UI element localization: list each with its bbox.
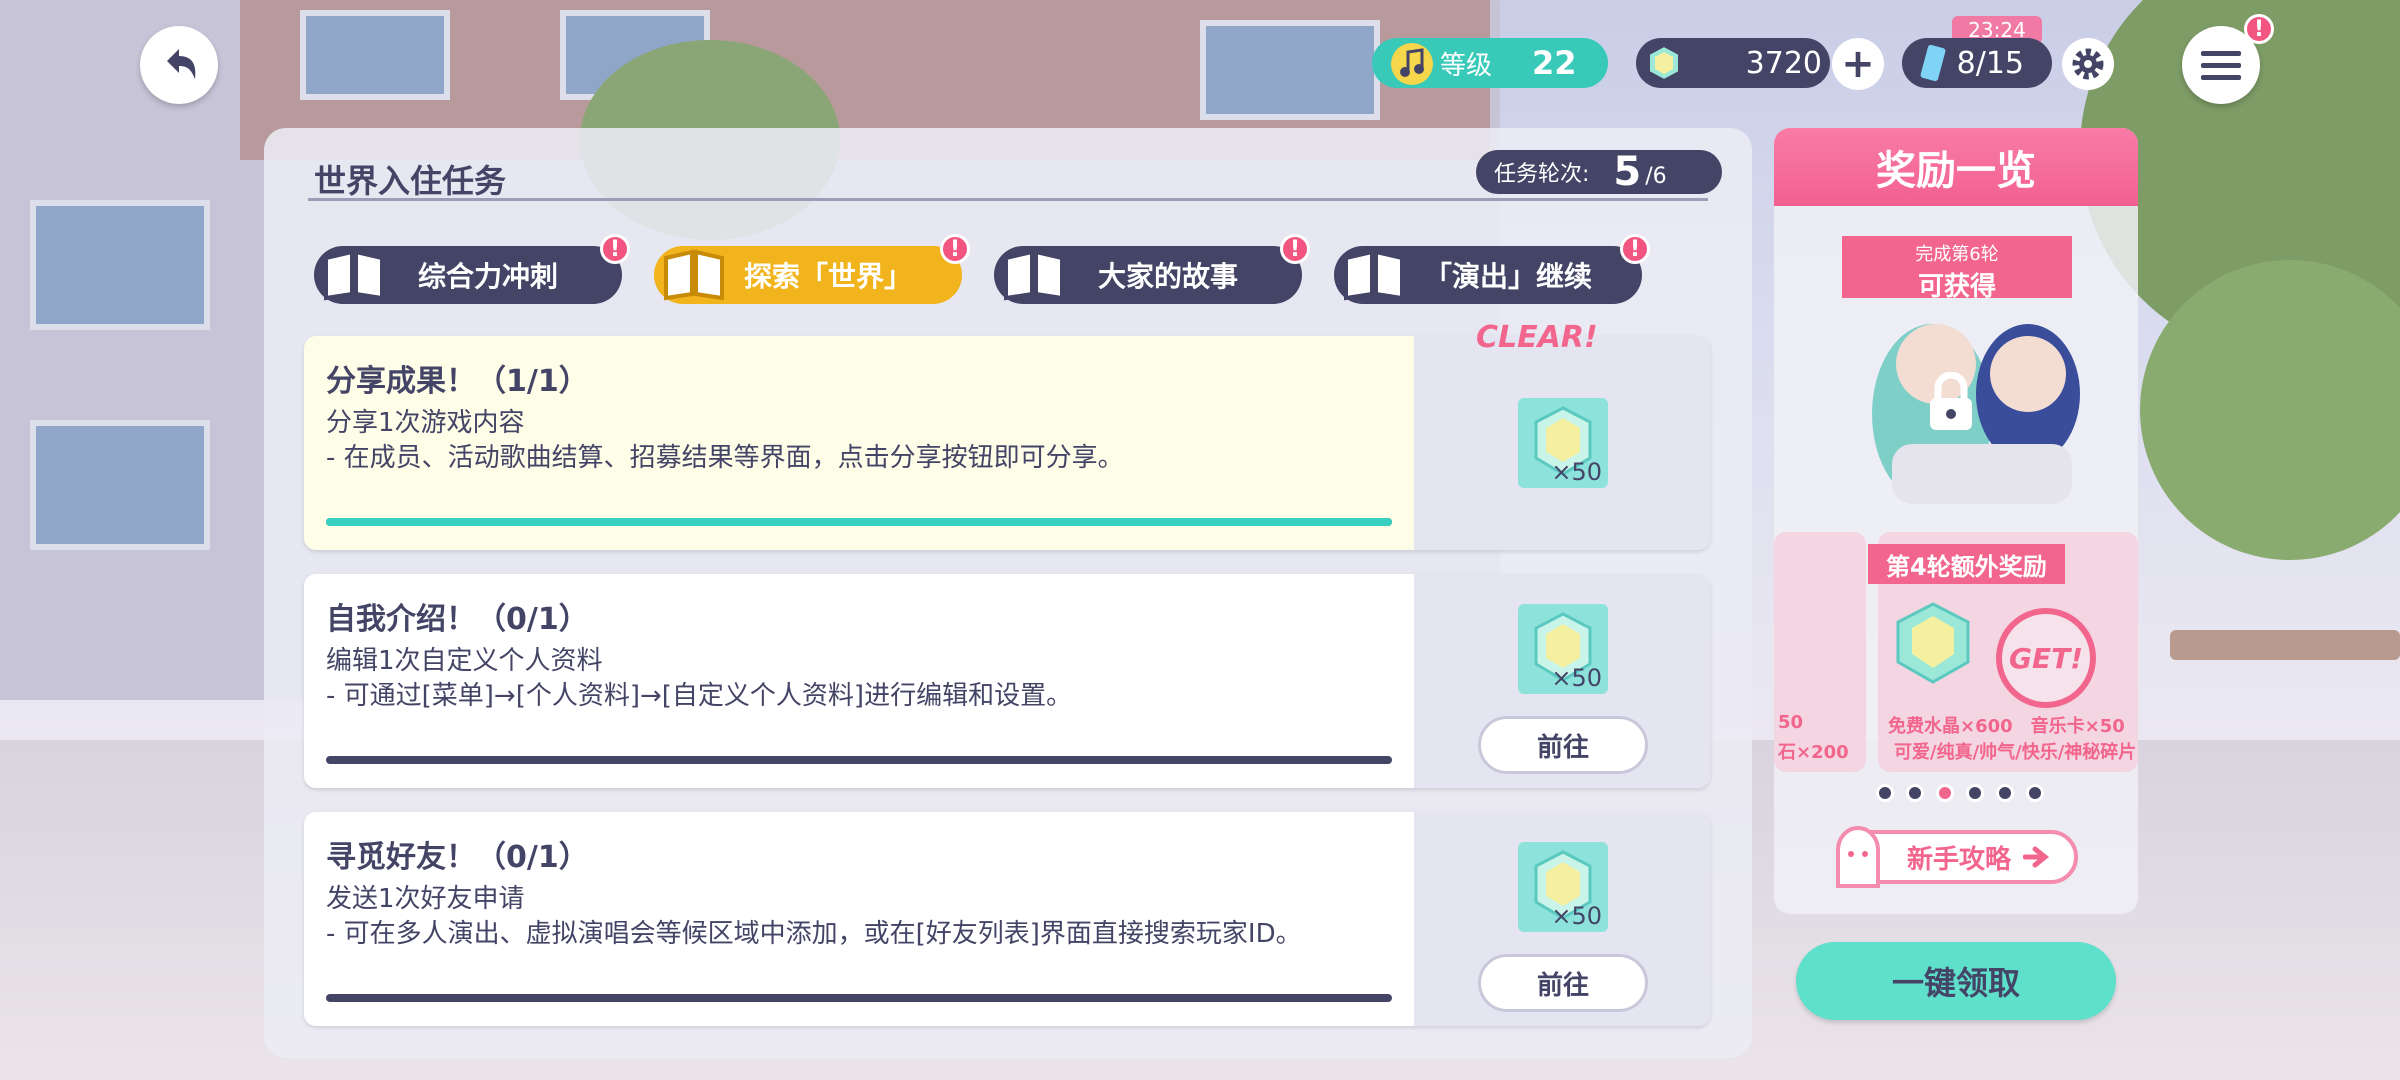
reward-crystal: ×50 — [1518, 842, 1608, 932]
task-description: 分享1次游戏内容 — [326, 408, 525, 438]
reward-overview-panel: 奖励一览 完成第6轮 可获得 50 石×200 免费水晶×600 音乐卡×50 … — [1774, 128, 2138, 914]
guide-label: 新手攻略 — [1906, 844, 2011, 875]
get-badge: GET! — [1996, 608, 2096, 708]
settings-button[interactable] — [2062, 38, 2114, 90]
task-hint: - 可在多人演出、虚拟演唱会等候区域中添加，或在[好友列表]界面直接搜索玩家ID… — [326, 919, 1302, 949]
pager-dot[interactable] — [2026, 784, 2044, 802]
tab-label: 「演出」继续 — [1423, 260, 1592, 293]
crystal-icon — [1896, 602, 1970, 684]
go-button[interactable]: 前往 — [1478, 716, 1648, 774]
task-description: 编辑1次自定义个人资料 — [326, 646, 603, 676]
reward-crystal: ×50 — [1518, 398, 1608, 488]
book-icon — [324, 249, 384, 301]
task-progress-bar — [326, 518, 1392, 526]
task-hint: - 在成员、活动歌曲结算、招募结果等界面，点击分享按钮即可分享。 — [326, 443, 1124, 473]
tab-continue-live[interactable]: 「演出」继续 ! — [1334, 234, 1650, 304]
back-button[interactable] — [140, 26, 218, 104]
extra-reward-tag: 第4轮额外奖励 — [1868, 544, 2065, 584]
tab-label: 综合力冲刺 — [417, 260, 558, 293]
crystal-count: 3720 — [1745, 45, 1822, 81]
crystal-icon — [1648, 44, 1680, 82]
round-label: 任务轮次: — [1494, 162, 1590, 187]
crystal-counter: 3720 — [1636, 38, 1830, 88]
live-ticket-count: 8/15 — [1956, 45, 2024, 81]
bench — [2170, 630, 2400, 660]
building-window — [30, 420, 210, 550]
tab-alert-badge: ! — [1280, 234, 1310, 264]
title-divider — [308, 198, 1708, 201]
pager-dot[interactable] — [1996, 784, 2014, 802]
task-card-find-friend: 寻觅好友！（0/1） 发送1次好友申请 - 可在多人演出、虚拟演唱会等候区域中添… — [304, 812, 1710, 1026]
tab-explore-world[interactable]: 探索「世界」 ! — [654, 234, 970, 304]
slide-text: 石×200 — [1778, 742, 1849, 763]
reward-quantity: ×50 — [1551, 902, 1602, 930]
mascot-icon — [1836, 826, 1880, 888]
level-indicator: 等级 22 — [1372, 38, 1608, 88]
book-icon — [1344, 249, 1404, 301]
book-icon — [664, 249, 724, 301]
music-note-icon — [1391, 43, 1433, 85]
tab-label: 大家的故事 — [1097, 260, 1238, 293]
round-current: 5 — [1613, 149, 1642, 195]
building-window — [30, 200, 210, 330]
ribbon-line1: 完成第6轮 — [1915, 244, 1999, 265]
pager-dot[interactable] — [1966, 784, 1984, 802]
tab-alert-badge: ! — [1620, 234, 1650, 264]
task-progress-fill — [326, 518, 1392, 526]
add-crystal-button[interactable]: + — [1832, 38, 1884, 90]
panel-title: 世界入住任务 — [314, 162, 507, 200]
menu-alert-badge: ! — [2244, 14, 2274, 44]
building-window — [1200, 20, 1380, 120]
back-arrow-icon — [167, 49, 196, 79]
task-hint: - 可通过[菜单]→[个人资料]→[自定义个人资料]进行编辑和设置。 — [326, 681, 1073, 711]
reward-ribbon: 完成第6轮 可获得 — [1842, 236, 2072, 302]
pager-dot-active[interactable] — [1936, 784, 1954, 802]
gear-icon — [2072, 48, 2104, 80]
tab-everyones-story[interactable]: 大家的故事 ! — [994, 234, 1310, 304]
tab-alert-badge: ! — [940, 234, 970, 264]
tab-power-sprint[interactable]: 综合力冲刺 ! — [314, 234, 630, 304]
mission-round-indicator: 任务轮次: 5 /6 — [1476, 149, 1722, 195]
pager-dot[interactable] — [1876, 784, 1894, 802]
slide-text: 可爱/纯真/帅气/快乐/神秘碎片× — [1894, 742, 2138, 763]
task-card-share: 分享成果！（1/1） 分享1次游戏内容 - 在成员、活动歌曲结算、招募结果等界面… — [304, 336, 1710, 550]
slide-text: 免费水晶×600 音乐卡×50 心愿 — [1888, 716, 2138, 737]
round-total: /6 — [1645, 163, 1667, 189]
task-name: 自我介绍！（0/1） — [326, 602, 589, 637]
level-value: 22 — [1532, 44, 1577, 82]
ticket-icon — [1920, 44, 1946, 82]
menu-button[interactable]: ! — [2182, 14, 2274, 104]
reward-quantity: ×50 — [1551, 664, 1602, 692]
slide-text: 50 — [1778, 712, 1804, 733]
plus-icon: + — [1841, 41, 1875, 87]
task-card-self-intro: 自我介绍！（0/1） 编辑1次自定义个人资料 - 可通过[菜单]→[个人资料]→… — [304, 574, 1710, 788]
pager-dot[interactable] — [1906, 784, 1924, 802]
task-name: 寻觅好友！（0/1） — [326, 840, 589, 875]
mission-panel: 世界入住任务 任务轮次: 5 /6 综合力冲刺 ! 探索「世界」 ! 大家的故事… — [264, 128, 1752, 1058]
book-icon — [1004, 249, 1064, 301]
go-button[interactable]: 前往 — [1478, 954, 1648, 1012]
tab-alert-badge: ! — [600, 234, 630, 264]
live-ticket-counter: 8/15 — [1902, 38, 2052, 88]
tab-label: 探索「世界」 — [743, 260, 912, 293]
ribbon-line2: 可获得 — [1917, 272, 1996, 302]
arrow-right-icon — [2023, 846, 2049, 868]
building-window — [300, 10, 450, 100]
beginner-guide-button[interactable]: 新手攻略 — [1836, 826, 2078, 888]
reward-crystal: ×50 — [1518, 604, 1608, 694]
task-name: 分享成果！（1/1） — [326, 364, 589, 399]
reward-slide-previous[interactable]: 50 石×200 — [1774, 532, 1866, 772]
clear-badge: CLEAR! — [1476, 320, 1598, 355]
reward-pager — [1876, 784, 2044, 802]
claim-all-button[interactable]: 一键领取 — [1796, 942, 2116, 1020]
level-label: 等级 — [1440, 50, 1493, 81]
task-progress-bar — [326, 994, 1392, 1002]
character-illustration — [1852, 294, 2114, 504]
task-description: 发送1次好友申请 — [326, 884, 525, 914]
reward-quantity: ×50 — [1551, 458, 1602, 486]
task-progress-bar — [326, 756, 1392, 764]
reward-overview-title: 奖励一览 — [1774, 128, 2138, 206]
menu-icon — [2201, 51, 2241, 80]
lock-icon — [1924, 371, 1978, 438]
